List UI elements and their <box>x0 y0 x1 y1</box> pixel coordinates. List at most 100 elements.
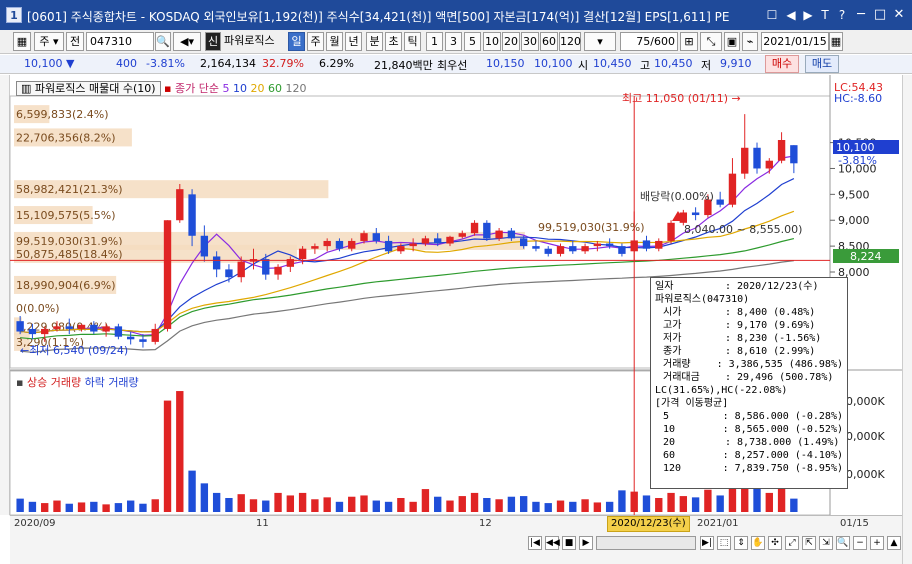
expand-icon[interactable]: ⇱ <box>802 536 816 550</box>
xaxis-label-nov: 11 <box>256 518 269 529</box>
volume-bar <box>446 500 454 512</box>
volume-bar <box>483 497 491 512</box>
candle-body <box>126 336 135 340</box>
volume-bar <box>163 400 172 512</box>
volume-bar <box>28 501 37 512</box>
candle-body <box>237 261 245 278</box>
zoom-in-icon[interactable]: 🔍 <box>836 536 850 550</box>
candle-body <box>667 222 675 241</box>
resize-icon[interactable]: ⇕ <box>734 536 748 550</box>
candle-body <box>434 238 442 244</box>
candle-body <box>274 266 282 275</box>
candle-body <box>581 246 589 252</box>
candle-body <box>716 199 724 205</box>
stop-button[interactable]: ■ <box>562 536 576 550</box>
volume-bar <box>581 499 589 512</box>
info-high-label: 고가 <box>663 320 682 331</box>
candle-body <box>691 212 700 216</box>
legend-ma-5: 5 <box>222 82 230 95</box>
shrink-icon[interactable]: ⇲ <box>819 536 833 550</box>
volume-bar <box>274 492 282 512</box>
zoom-plus-button[interactable]: + <box>870 536 884 550</box>
candle-body <box>65 326 73 329</box>
volume-profile-label: 22,706,356(8.2%) <box>16 131 116 144</box>
volume-bar <box>372 500 380 512</box>
candle-body <box>188 194 196 236</box>
candle-body <box>28 328 37 335</box>
scroll-track[interactable] <box>596 536 696 550</box>
legend-ma-60: 60 <box>268 82 282 95</box>
volume-bar <box>311 499 319 512</box>
info-high-value: : 9,170 (9.69%) <box>725 320 816 331</box>
zoom-minus-button[interactable]: − <box>853 536 867 550</box>
volume-bar <box>556 500 565 512</box>
legend-ma-120: 120 <box>285 82 307 95</box>
volume-bar <box>765 492 773 512</box>
volume-bar <box>176 391 184 512</box>
info-ma20-label: 20 <box>663 437 676 448</box>
candle-body <box>200 235 209 257</box>
volume-bar <box>605 501 614 512</box>
candle-body <box>384 240 393 252</box>
y-tick-label: 9,500 <box>838 188 870 201</box>
candle-body <box>298 248 307 260</box>
volume-bar <box>728 486 737 512</box>
legend-ma-20: 20 <box>250 82 265 95</box>
current-price-badge-text: 10,100 <box>836 141 875 154</box>
volume-bar <box>225 497 233 512</box>
volume-bar <box>421 489 430 512</box>
volume-bar <box>90 501 98 512</box>
scroll-first-button[interactable]: |◀ <box>528 536 542 550</box>
candle-body <box>102 326 110 332</box>
legend-ma-title: 종가 단순 <box>175 82 219 95</box>
volume-bar <box>384 501 393 512</box>
candle-body <box>728 173 737 205</box>
candle-body <box>495 230 503 239</box>
candle-body <box>348 240 356 249</box>
volume-bar <box>102 504 110 512</box>
scroll-end-button[interactable]: ▶| <box>700 536 714 550</box>
volume-bar <box>434 496 442 512</box>
select-icon[interactable]: ⬚ <box>717 536 731 550</box>
candle-body <box>212 256 221 270</box>
crosshair-icon[interactable]: ✣ <box>768 536 782 550</box>
volume-bar <box>151 499 159 512</box>
candle-body <box>618 246 626 254</box>
hand-icon[interactable]: ✋ <box>751 536 765 550</box>
info-date-label: 일자 <box>655 281 674 292</box>
candle-body <box>360 233 368 241</box>
legend-profile[interactable]: ▥ 파워로직스 매물대 수(10) <box>16 81 161 96</box>
volume-profile-label: 15,109,575(5.5%) <box>16 209 116 222</box>
info-ma-title: [가격 이동평균] <box>655 398 729 409</box>
candle-body <box>114 326 123 337</box>
xaxis-label-end: 01/15 <box>840 518 869 529</box>
candle-body <box>41 328 49 335</box>
info-volume-label: 거래량 <box>663 359 691 370</box>
volume-profile-label: 0(0.0%) <box>16 302 60 315</box>
volume-tick-label: 0,000K <box>846 468 885 481</box>
candle-body <box>556 246 565 254</box>
candle-body <box>777 140 786 161</box>
scroll-up-button[interactable]: ▲ <box>887 536 901 550</box>
volume-bar <box>790 498 798 512</box>
ex-dividend-annotation: 배당락(0.00%) <box>640 190 714 203</box>
volume-profile-label: 50,875,485(18.4%) <box>16 248 123 261</box>
hline-price-text: 8,224 <box>850 250 882 263</box>
volume-bar <box>458 496 466 512</box>
volume-bar <box>335 501 344 512</box>
volume-bar <box>249 499 258 512</box>
volume-bar <box>237 494 245 512</box>
candle-body <box>372 233 380 241</box>
volume-bar <box>532 501 540 512</box>
info-ma10-value: : 8,565.000 (-0.52%) <box>722 424 843 435</box>
candle-body <box>335 240 344 249</box>
info-close-value: : 8,610 (2.99%) <box>725 346 816 357</box>
volume-bar <box>188 470 196 512</box>
info-lchc: LC(31.65%),HC(-22.08%) <box>655 385 788 396</box>
candle-body <box>397 246 405 252</box>
legend-volume-up: 상승 거래량 <box>26 376 82 389</box>
fit-icon[interactable]: ⤢ <box>785 536 799 550</box>
scroll-next-button[interactable]: ▶ <box>579 536 593 550</box>
volume-bar <box>139 503 147 512</box>
scroll-prev-button[interactable]: ◀◀ <box>545 536 560 550</box>
